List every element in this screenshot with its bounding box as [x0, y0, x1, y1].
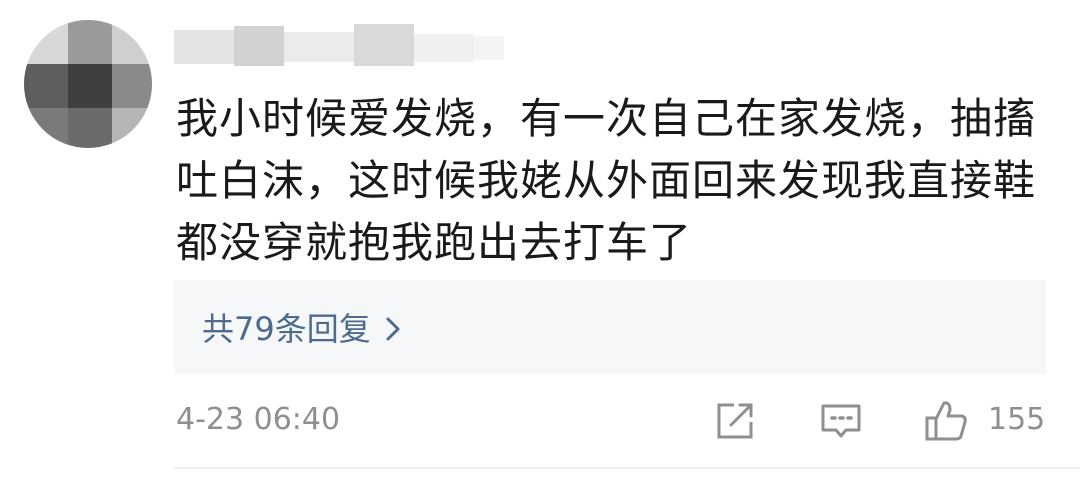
chevron-right-icon: [386, 317, 400, 341]
comment-icon[interactable]: [818, 398, 864, 444]
comment-text: 我小时候爱发烧，有一次自己在家发烧，抽搐吐白沫，这时候我姥从外面回来发现我直接鞋…: [176, 94, 1037, 267]
comment-timestamp: 4-23 06:40: [176, 402, 341, 437]
divider: [174, 467, 1080, 469]
view-replies-button[interactable]: 共79条回复: [174, 280, 1046, 374]
share-icon[interactable]: [712, 398, 758, 444]
like-count: 155: [988, 402, 1046, 437]
replies-label: 共79条回复: [202, 310, 371, 348]
username-blurred[interactable]: [174, 20, 504, 72]
user-avatar[interactable]: [24, 20, 152, 148]
thumbs-up-icon[interactable]: [922, 398, 970, 444]
